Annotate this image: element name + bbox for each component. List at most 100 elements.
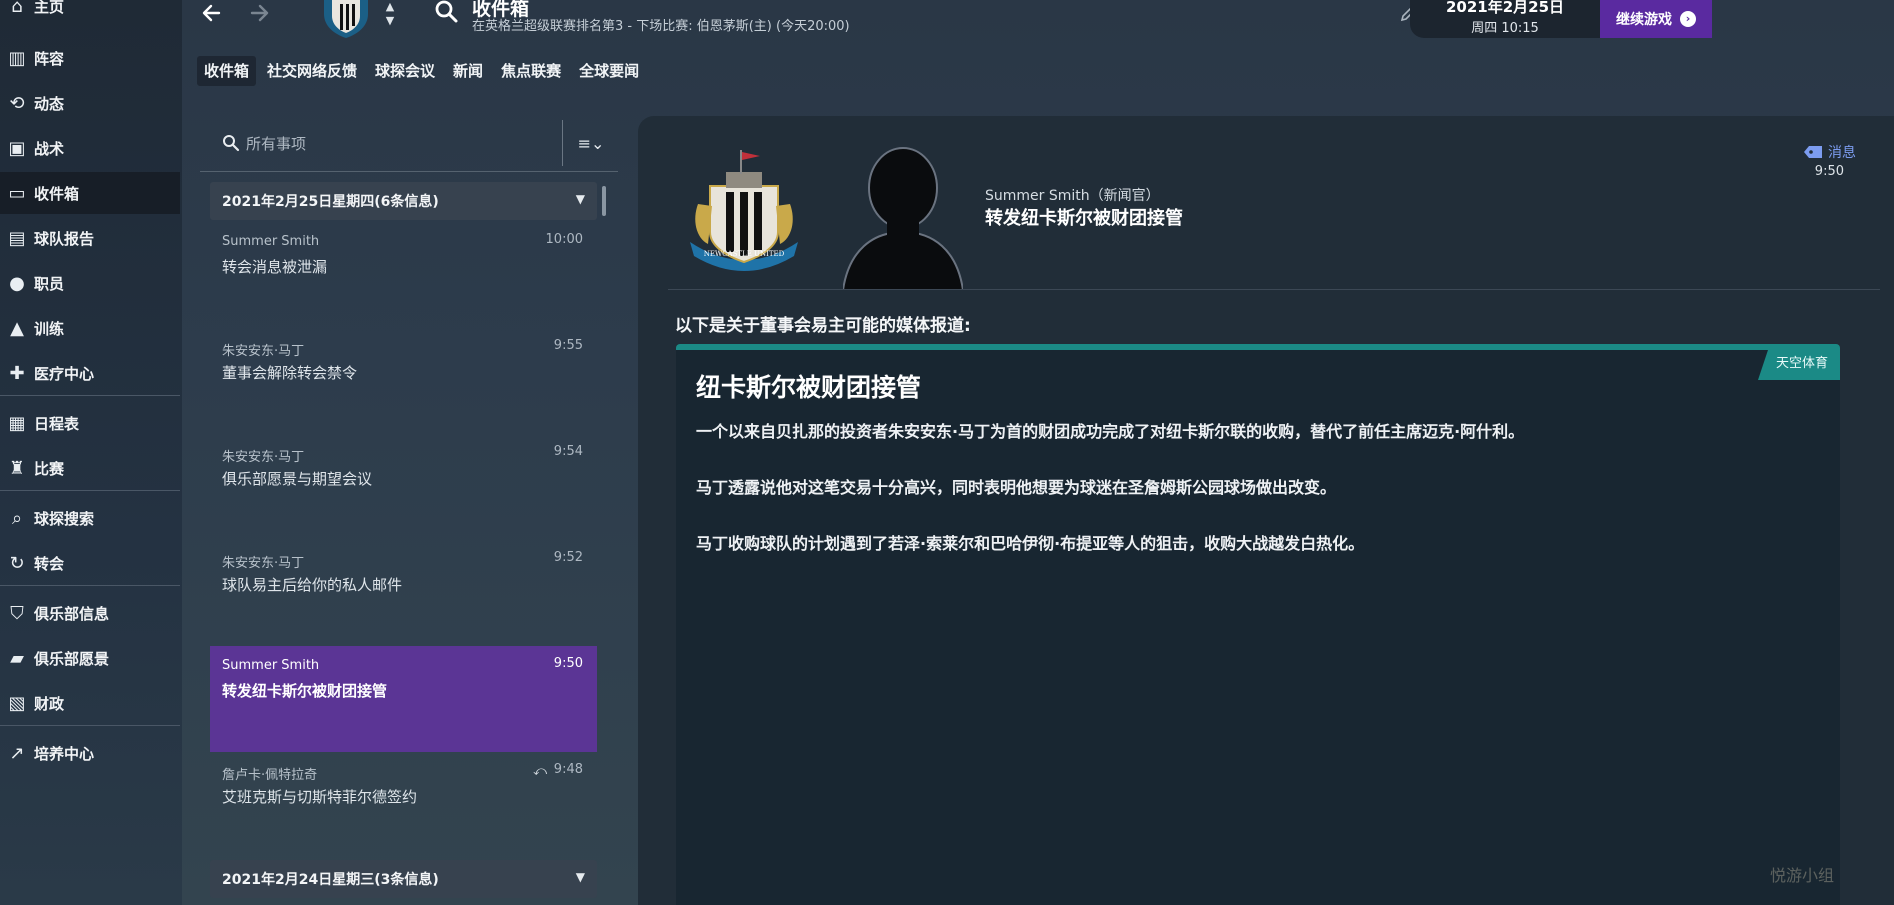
day-group-header[interactable]: 2021年2月24日星期三(3条信息) ▼ — [210, 860, 597, 898]
message-sender: Summer Smith — [222, 234, 320, 249]
calendar-icon: ▦ — [8, 412, 26, 434]
search-icon[interactable] — [434, 0, 460, 26]
message-subject: 艾班克斯与切斯特菲尔德签约 — [222, 788, 418, 806]
trophy-icon: ♜ — [8, 457, 26, 479]
divider — [562, 120, 563, 166]
home-icon: ⌂ — [11, 0, 23, 17]
shield-icon: ⛉ — [10, 602, 24, 624]
sidebar-item-medical[interactable]: ✚ 医疗中心 — [0, 352, 180, 394]
sidebar-item-label: 收件箱 — [34, 184, 80, 203]
sidebar-item-club-info[interactable]: ⛉ 俱乐部信息 — [0, 592, 180, 634]
news-paragraph: 一个以来自贝扎那的投资者朱安安东·马丁为首的财团成功完成了对纽卡斯尔联的收购，替… — [696, 422, 1525, 441]
sidebar-item-team-report[interactable]: ▤ 球队报告 — [0, 217, 180, 259]
list-item[interactable]: 朱安安东·马丁 9:55 董事会解除转会禁令 — [210, 328, 597, 428]
sidebar-item-inbox[interactable]: ▭ 收件箱 — [0, 172, 180, 214]
training-icon: ▲ — [10, 317, 24, 339]
detail-sender: Summer Smith（新闻官） — [985, 188, 1160, 204]
sidebar-item-finances[interactable]: ▧ 财政 — [0, 682, 180, 724]
staff-icon: ● — [9, 272, 25, 294]
club-crest: NEWCASTLE UNITED — [682, 146, 806, 272]
sidebar-item-label: 转会 — [34, 554, 65, 573]
list-item[interactable]: 朱安安东·马丁 9:54 俱乐部愿景与期望会议 — [210, 434, 597, 534]
sidebar-item-dynamics[interactable]: ⟲ 动态 — [0, 82, 180, 124]
news-paragraph: 马丁收购球队的计划遇到了若泽·索莱尔和巴哈伊彻·布提亚等人的狙击，收购大战越发白… — [696, 534, 1365, 553]
sidebar-item-label: 球探搜索 — [34, 509, 95, 528]
chevron-down-icon: ▼ — [575, 870, 585, 884]
list-item[interactable]: 詹卢卡·佩特拉奇 ⤺ 9:48 艾班克斯与切斯特菲尔德签约 — [210, 752, 597, 852]
tag-icon — [1804, 146, 1822, 158]
message-detail-panel: NEWCASTLE UNITED Summer Smith（新闻官） 转发纽卡斯… — [638, 116, 1894, 905]
transfer-icon: ↻ — [9, 552, 25, 574]
page-subtitle: 在英格兰超级联赛排名第3 - 下场比赛: 伯恩茅斯(主) (今天20:00) — [472, 19, 850, 34]
sidebar-item-home[interactable]: ⌂ 主页 — [0, 0, 180, 27]
scrollbar-thumb[interactable] — [602, 186, 606, 216]
tab-focus-leagues[interactable]: 焦点联赛 — [494, 56, 568, 86]
tactics-icon: ▣ — [8, 137, 26, 159]
tab-news[interactable]: 新闻 — [446, 56, 490, 86]
message-subject: 董事会解除转会禁令 — [222, 364, 358, 382]
sidebar-item-tactics[interactable]: ▣ 战术 — [0, 127, 180, 169]
message-sender: 朱安安东·马丁 — [222, 450, 305, 465]
tab-inbox[interactable]: 收件箱 — [197, 56, 257, 86]
message-time: 9:54 — [553, 444, 583, 459]
forward-arrow-icon[interactable] — [244, 0, 274, 28]
filter-menu-icon[interactable]: ≡⌄ — [568, 130, 614, 158]
list-item-selected[interactable]: Summer Smith 9:50 转发纽卡斯尔被财团接管 — [210, 646, 597, 752]
sidebar-item-training[interactable]: ▲ 训练 — [0, 307, 180, 349]
development-icon: ↗ — [9, 742, 25, 764]
tab-scouting-meetings[interactable]: 球探会议 — [368, 56, 442, 86]
sidebar-item-label: 训练 — [34, 319, 65, 338]
detail-subject: 转发纽卡斯尔被财团接管 — [985, 208, 1183, 229]
message-sender: 詹卢卡·佩特拉奇 — [222, 768, 318, 783]
news-article-card: 天空体育 纽卡斯尔被财团接管 一个以来自贝扎那的投资者朱安安东·马丁为首的财团成… — [676, 344, 1840, 905]
sidebar-divider — [0, 490, 180, 491]
back-arrow-icon[interactable] — [197, 0, 227, 28]
sidebar-item-club-vision[interactable]: ▰ 俱乐部愿景 — [0, 637, 180, 679]
sidebar-item-squad[interactable]: ▥ 阵容 — [0, 37, 180, 79]
continue-game-button[interactable]: 继续游戏 › — [1600, 0, 1712, 38]
club-crest-small[interactable] — [318, 0, 374, 38]
sidebar-item-label: 医疗中心 — [34, 364, 95, 383]
message-sender: 朱安安东·马丁 — [222, 344, 305, 359]
scouting-icon: ⌕ — [11, 507, 23, 529]
club-switcher-chevrons-icon[interactable]: ▲ ▼ — [382, 0, 398, 32]
sidebar-item-label: 阵容 — [34, 49, 65, 68]
message-time: 9:52 — [553, 550, 583, 565]
sidebar-item-label: 俱乐部信息 — [34, 604, 110, 623]
sidebar-item-label: 比赛 — [34, 459, 65, 478]
list-item[interactable]: Summer Smith 10:00 转会消息被泄漏 — [210, 222, 597, 322]
continue-label: 继续游戏 — [1616, 12, 1672, 28]
sidebar-item-label: 动态 — [34, 94, 65, 113]
sidebar-item-scouting[interactable]: ⌕ 球探搜索 — [0, 497, 180, 539]
sidebar-item-transfers[interactable]: ↻ 转会 — [0, 542, 180, 584]
day-group-label: 2021年2月25日星期四(6条信息) — [222, 194, 439, 210]
day-group-header[interactable]: 2021年2月25日星期四(6条信息) ▼ — [210, 182, 597, 220]
detail-intro: 以下是关于董事会易主可能的媒体报道: — [675, 316, 971, 336]
sidebar-item-label: 培养中心 — [34, 744, 95, 763]
sidebar-item-staff[interactable]: ● 职员 — [0, 262, 180, 304]
avatar — [841, 140, 965, 291]
divider — [668, 289, 1880, 290]
sidebar-item-schedule[interactable]: ▦ 日程表 — [0, 402, 180, 444]
list-item[interactable]: 朱安安东·马丁 9:52 球队易主后给你的私人邮件 — [210, 540, 597, 640]
tag-label: 消息 — [1828, 145, 1856, 161]
message-sender: Summer Smith — [222, 658, 320, 673]
message-tag: 消息 — [1804, 142, 1856, 162]
squad-icon: ▥ — [8, 47, 26, 69]
sidebar-item-competitions[interactable]: ♜ 比赛 — [0, 447, 180, 489]
sidebar-item-label: 球队报告 — [34, 229, 95, 248]
crest-text: NEWCASTLE UNITED — [704, 250, 785, 258]
tab-social-feedback[interactable]: 社交网络反馈 — [260, 56, 364, 86]
watermark: 悦游小组 — [1770, 866, 1835, 885]
tab-world-news[interactable]: 全球要闻 — [572, 56, 646, 86]
sidebar-item-development[interactable]: ↗ 培养中心 — [0, 732, 180, 774]
search-icon — [222, 134, 240, 152]
medical-icon: ✚ — [9, 362, 25, 384]
chevron-down-icon: ▼ — [575, 192, 585, 206]
sidebar-item-label: 主页 — [34, 0, 65, 16]
message-subject: 转会消息被泄漏 — [222, 258, 328, 276]
message-list-panel: ≡⌄ 2021年2月25日星期四(6条信息) ▼ Summer Smith 10… — [200, 116, 618, 905]
search-input[interactable] — [246, 130, 546, 158]
detail-time: 9:50 — [1814, 164, 1844, 179]
sidebar-item-label: 日程表 — [34, 414, 80, 433]
